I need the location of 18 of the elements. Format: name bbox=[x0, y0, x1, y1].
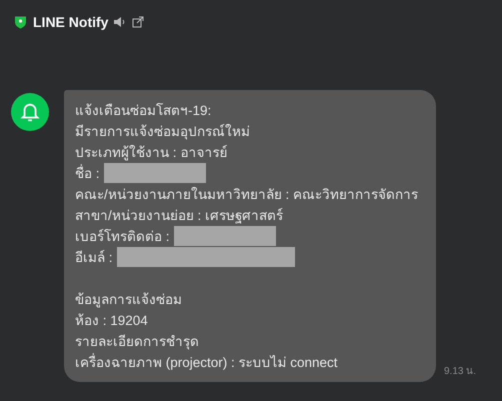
message-line: ข้อมูลการแจ้งซ่อม bbox=[75, 290, 182, 310]
shield-icon bbox=[14, 15, 27, 29]
popout-icon[interactable] bbox=[132, 16, 144, 28]
message-line: สาขา/หน่วยงานย่อย : เศรษฐศาสตร์ bbox=[75, 206, 284, 226]
message-line: มีรายการแจ้งซ่อมอุปกรณ์ใหม่ bbox=[75, 122, 250, 142]
message-line: คณะ/หน่วยงานภายในมหาวิทยาลัย : คณะวิทยาการจัดการ bbox=[75, 186, 418, 204]
message-line: เบอร์โทรติดต่อ : bbox=[75, 228, 170, 246]
message-line: ชื่อ : bbox=[75, 163, 100, 182]
message-line: เครื่องฉายภาพ (projector) : ระบบไม่ connect bbox=[75, 352, 338, 372]
message-line: ห้อง : 19204 bbox=[75, 312, 148, 330]
message-line: แจ้งเตือนซ่อมโสตฯ-19: bbox=[75, 102, 212, 120]
chat-title: LINE Notify bbox=[33, 14, 108, 30]
bell-icon bbox=[19, 101, 41, 123]
message-line: ประเภทผู้ใช้งาน : อาจารย์ bbox=[75, 144, 228, 162]
speaker-icon[interactable] bbox=[114, 17, 126, 27]
message-line: รายละเอียดการชำรุด bbox=[75, 332, 199, 352]
message-time: 9.13 น. bbox=[444, 365, 476, 378]
message-line: อีเมล์ : bbox=[75, 248, 113, 266]
